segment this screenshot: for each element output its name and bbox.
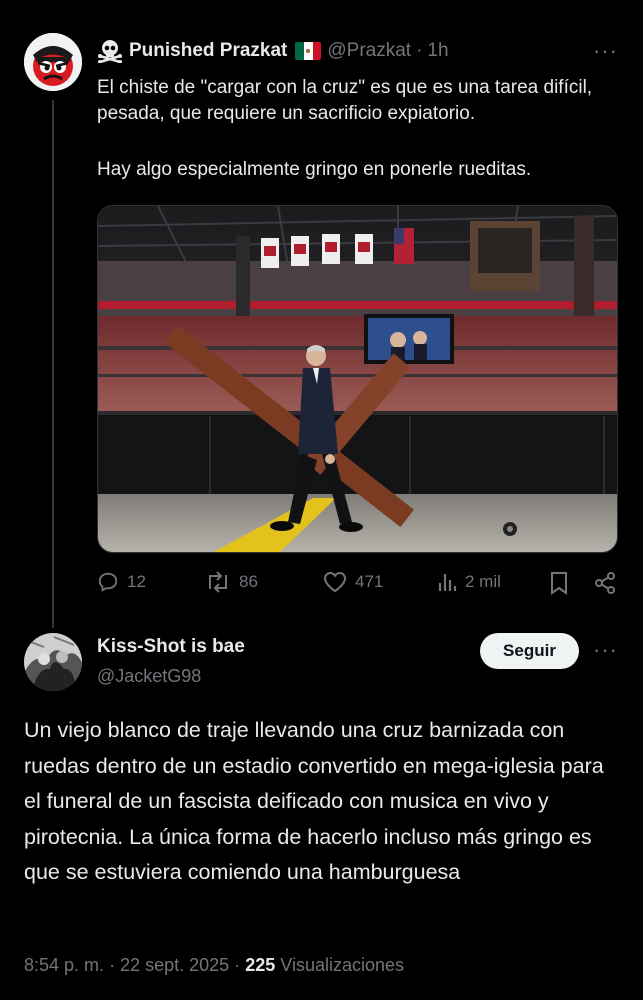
reply-count: 12 <box>127 572 146 591</box>
tweet-text-line: El chiste de "cargar con la cruz" es que… <box>97 77 598 124</box>
follow-button[interactable]: Seguir <box>480 633 579 669</box>
share-icon <box>595 572 615 594</box>
author-name[interactable]: Punished Prazkat <box>129 40 287 62</box>
like-count: 471 <box>355 572 384 591</box>
views-count: 2 mil <box>465 572 501 591</box>
tweet-image[interactable] <box>97 205 618 553</box>
avatar[interactable] <box>24 33 82 91</box>
views-label: Visualizaciones <box>280 955 405 975</box>
reply-text: Un viejo blanco de traje llevando una cr… <box>24 718 604 884</box>
repost-icon <box>209 571 227 593</box>
share-button[interactable] <box>593 571 625 595</box>
reply-icon <box>98 572 118 592</box>
like-icon <box>323 571 347 593</box>
bookmark-icon <box>551 572 567 595</box>
separator: · <box>109 955 116 975</box>
more-icon[interactable]: ··· <box>593 40 618 62</box>
post-date[interactable]: 22 sept. 2025 <box>120 955 229 975</box>
repost-count: 86 <box>239 572 258 591</box>
reply-author-name[interactable]: Kiss-Shot is bae <box>97 636 245 658</box>
more-icon[interactable]: ··· <box>593 639 618 661</box>
skull-crossbones-icon <box>98 40 122 63</box>
tweet-actions: 12 86 471 2 mil <box>97 571 622 601</box>
author-handle[interactable]: @Prazkat <box>327 40 411 62</box>
tweet-header: Punished Prazkat @Prazkat · 1h <box>97 38 449 64</box>
post-time[interactable]: 8:54 p. m. <box>24 955 104 975</box>
timestamp[interactable]: 1h <box>427 40 448 62</box>
mexico-flag-icon <box>295 42 322 60</box>
reply-button[interactable]: 12 <box>97 571 146 593</box>
tweet-meta: 8:54 p. m. · 22 sept. 2025 · 225 Visuali… <box>24 955 404 976</box>
reply-author-handle[interactable]: @JacketG98 <box>97 666 201 687</box>
views-icon <box>438 574 457 591</box>
views-total: 225 <box>245 955 276 975</box>
separator: · <box>416 40 423 61</box>
bookmark-button[interactable] <box>549 571 577 595</box>
thread-connector-line <box>52 100 54 628</box>
tweet-text-line: Hay algo especialmente gringo en ponerle… <box>97 159 532 180</box>
separator: · <box>234 955 241 975</box>
avatar[interactable] <box>24 633 82 691</box>
repost-button[interactable]: 86 <box>205 571 258 593</box>
like-button[interactable]: 471 <box>323 571 383 593</box>
tweet-text: El chiste de "cargar con la cruz" es que… <box>97 75 622 183</box>
views-button[interactable]: 2 mil <box>437 571 501 593</box>
